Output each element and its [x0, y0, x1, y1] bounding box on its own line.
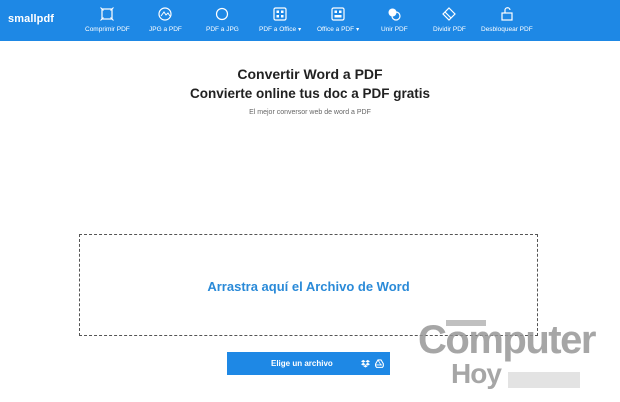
watermark-hoy-text: Hoy: [451, 358, 502, 389]
nav-item-desbloquear-pdf[interactable]: Desbloquear PDF: [481, 5, 533, 37]
split-icon: [442, 7, 457, 21]
chevron-down-icon: ▾: [298, 27, 302, 33]
nav-item-unir-pdf[interactable]: Unir PDF: [381, 5, 408, 37]
nav-item-office-a-pdf[interactable]: Office a PDF ▾: [317, 5, 359, 37]
nav-item-jpg-a-pdf[interactable]: JPG a PDF: [149, 5, 182, 37]
watermark-tail: [508, 372, 580, 388]
nav-label: Comprimir PDF: [85, 26, 130, 33]
chevron-down-icon: ▾: [356, 27, 360, 33]
drop-zone-label: Arrastra aquí el Archivo de Word: [207, 278, 410, 294]
unlock-icon: [501, 7, 513, 21]
choose-file-label: Elige un archivo: [271, 359, 333, 368]
nav-item-pdf-a-jpg[interactable]: PDF a JPG: [206, 5, 239, 37]
pdf-to-jpg-icon: [216, 7, 229, 21]
google-drive-icon[interactable]: [375, 359, 384, 368]
smallpdf-logo[interactable]: smallpdf: [8, 13, 54, 25]
nav-label: PDF a JPG: [206, 26, 239, 33]
merge-icon: [388, 8, 401, 21]
dropbox-icon[interactable]: [361, 359, 370, 368]
file-drop-zone[interactable]: Arrastra aquí el Archivo de Word: [79, 234, 538, 336]
page-title: Convertir Word a PDF: [237, 66, 383, 82]
nav-label: Unir PDF: [381, 26, 408, 33]
page-description: El mejor conversor web de word a PDF: [249, 109, 371, 116]
nav-label: Desbloquear PDF: [481, 26, 533, 33]
choose-file-button[interactable]: Elige un archivo: [227, 352, 390, 375]
jpg-to-pdf-icon: [158, 7, 173, 21]
compress-icon: [100, 7, 115, 21]
nav-item-comprimir-pdf[interactable]: Comprimir PDF: [85, 5, 130, 37]
nav-label: PDF a Office ▾: [259, 26, 302, 33]
pdf-to-office-icon: [273, 7, 287, 21]
nav-label: Dividir PDF: [433, 26, 466, 33]
page-subtitle: Convierte online tus doc a PDF gratis: [189, 86, 431, 101]
nav-item-pdf-a-office[interactable]: PDF a Office ▾: [259, 5, 301, 37]
nav-label: JPG a PDF: [149, 26, 182, 33]
nav-item-dividir-pdf[interactable]: Dividir PDF: [433, 5, 466, 37]
top-navigation-bar: smallpdf Comprimir PDF JPG a PDF PDF a J…: [0, 0, 620, 41]
nav-label: Office a PDF ▾: [317, 26, 360, 33]
office-to-pdf-icon: [331, 7, 345, 21]
